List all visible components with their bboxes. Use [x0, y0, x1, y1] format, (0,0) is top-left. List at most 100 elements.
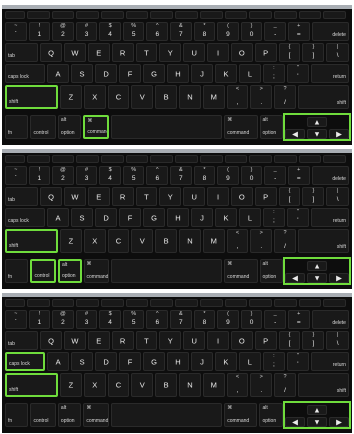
function-key[interactable]	[175, 155, 198, 163]
tab-key[interactable]: tab	[5, 187, 39, 206]
fn-key[interactable]: fn	[5, 403, 29, 427]
key-;[interactable]: :;	[262, 208, 285, 227]
function-key[interactable]	[175, 11, 198, 19]
key-'[interactable]: " '	[286, 208, 309, 227]
key-S[interactable]: S	[71, 352, 94, 371]
function-key[interactable]	[224, 11, 248, 19]
key-6[interactable]: ^ 6	[146, 22, 169, 41]
key-G[interactable]: G	[143, 208, 165, 227]
key-8[interactable]: * 8	[193, 166, 216, 185]
right-arrow-key[interactable]: ▶	[328, 417, 349, 427]
caps-lock-key[interactable]: caps lock	[5, 64, 46, 83]
key-E[interactable]: E	[87, 43, 110, 62]
key-][interactable]: }]	[302, 331, 325, 350]
function-key[interactable]	[51, 11, 75, 19]
key-.[interactable]: >.	[250, 229, 273, 253]
option-key-left[interactable]: alt option	[57, 403, 82, 427]
key-I[interactable]: I	[207, 187, 229, 206]
key-[[interactable]: {[	[278, 331, 301, 350]
key-J[interactable]: J	[190, 352, 213, 371]
function-key[interactable]	[249, 299, 272, 307]
key-Q[interactable]: Q	[40, 43, 63, 62]
key-`[interactable]: ~ `	[5, 166, 27, 185]
function-key[interactable]	[199, 155, 223, 163]
key-6[interactable]: ^ 6	[146, 166, 169, 185]
command-key-right[interactable]: ⌘ command	[224, 403, 258, 427]
function-key[interactable]	[51, 299, 75, 307]
fn-key[interactable]: fn	[5, 259, 29, 283]
key-U[interactable]: U	[183, 187, 206, 206]
key-W[interactable]: W	[64, 43, 86, 62]
key-U[interactable]: U	[183, 43, 206, 62]
key-K[interactable]: K	[214, 64, 237, 83]
function-key[interactable]	[224, 299, 248, 307]
key-J[interactable]: J	[190, 64, 213, 83]
function-key[interactable]	[199, 11, 223, 19]
option-key-right[interactable]: alt option	[259, 115, 283, 139]
key-\[interactable]: | \	[326, 331, 350, 350]
command-key-left[interactable]: ⌘ command	[83, 259, 109, 283]
key-P[interactable]: P	[254, 331, 277, 350]
key-'[interactable]: " '	[286, 352, 309, 371]
function-key[interactable]	[298, 11, 322, 19]
key-3[interactable]: #3	[75, 166, 98, 185]
key-B[interactable]: B	[155, 229, 177, 253]
key-D[interactable]: D	[95, 208, 118, 227]
key-T[interactable]: T	[135, 187, 158, 206]
key-\[interactable]: | \	[326, 187, 350, 206]
function-key[interactable]	[27, 11, 50, 19]
key-F[interactable]: F	[119, 64, 141, 83]
key-A[interactable]: A	[47, 352, 70, 371]
key-O[interactable]: O	[230, 331, 253, 350]
key-T[interactable]: T	[135, 43, 158, 62]
down-arrow-key[interactable]: ▼	[307, 273, 328, 283]
key-R[interactable]: R	[111, 187, 134, 206]
key-/[interactable]: ? /	[274, 229, 296, 253]
key-=[interactable]: + =	[287, 22, 310, 41]
key-0[interactable]: ) 0	[240, 22, 263, 41]
key-W[interactable]: W	[64, 187, 86, 206]
key-`[interactable]: ~ `	[5, 310, 27, 329]
key-4[interactable]: $4	[99, 166, 121, 185]
left-shift-key[interactable]: shift	[5, 85, 59, 109]
key-9[interactable]: (9	[217, 166, 239, 185]
function-key[interactable]	[150, 11, 174, 19]
key-E[interactable]: E	[87, 331, 110, 350]
right-shift-key[interactable]: shift	[297, 229, 349, 253]
key-R[interactable]: R	[111, 331, 134, 350]
key-S[interactable]: S	[71, 64, 94, 83]
tab-key[interactable]: tab	[5, 331, 39, 350]
key-N[interactable]: N	[179, 229, 201, 253]
key-T[interactable]: T	[135, 331, 158, 350]
function-key[interactable]	[273, 155, 297, 163]
key-[[interactable]: {[	[278, 187, 301, 206]
key-5[interactable]: % 5	[122, 310, 145, 329]
key-0[interactable]: ) 0	[240, 166, 263, 185]
key-0[interactable]: ) 0	[240, 310, 263, 329]
key-K[interactable]: K	[214, 352, 237, 371]
key-`[interactable]: ~ `	[5, 22, 27, 41]
key-\[interactable]: | \	[326, 43, 350, 62]
key-9[interactable]: (9	[217, 22, 239, 41]
function-key[interactable]	[323, 155, 346, 163]
function-key[interactable]	[298, 155, 322, 163]
key-,[interactable]: <,	[226, 373, 249, 397]
command-key-left[interactable]: ⌘ command	[83, 403, 109, 427]
function-key[interactable]	[5, 11, 25, 19]
key-P[interactable]: P	[254, 43, 277, 62]
caps-lock-key[interactable]: caps lock	[5, 352, 46, 371]
key--[interactable]: _ -	[264, 310, 286, 329]
key-][interactable]: }]	[302, 43, 325, 62]
function-key[interactable]	[101, 11, 124, 19]
function-key[interactable]	[249, 155, 272, 163]
key-;[interactable]: :;	[262, 352, 285, 371]
key-D[interactable]: D	[95, 64, 118, 83]
key-S[interactable]: S	[71, 208, 94, 227]
key-H[interactable]: H	[166, 208, 189, 227]
function-key[interactable]	[175, 299, 198, 307]
key-O[interactable]: O	[230, 187, 253, 206]
key-X[interactable]: X	[83, 229, 106, 253]
function-key[interactable]	[150, 155, 174, 163]
key-B[interactable]: B	[155, 85, 177, 109]
right-arrow-key[interactable]: ▶	[329, 273, 350, 283]
